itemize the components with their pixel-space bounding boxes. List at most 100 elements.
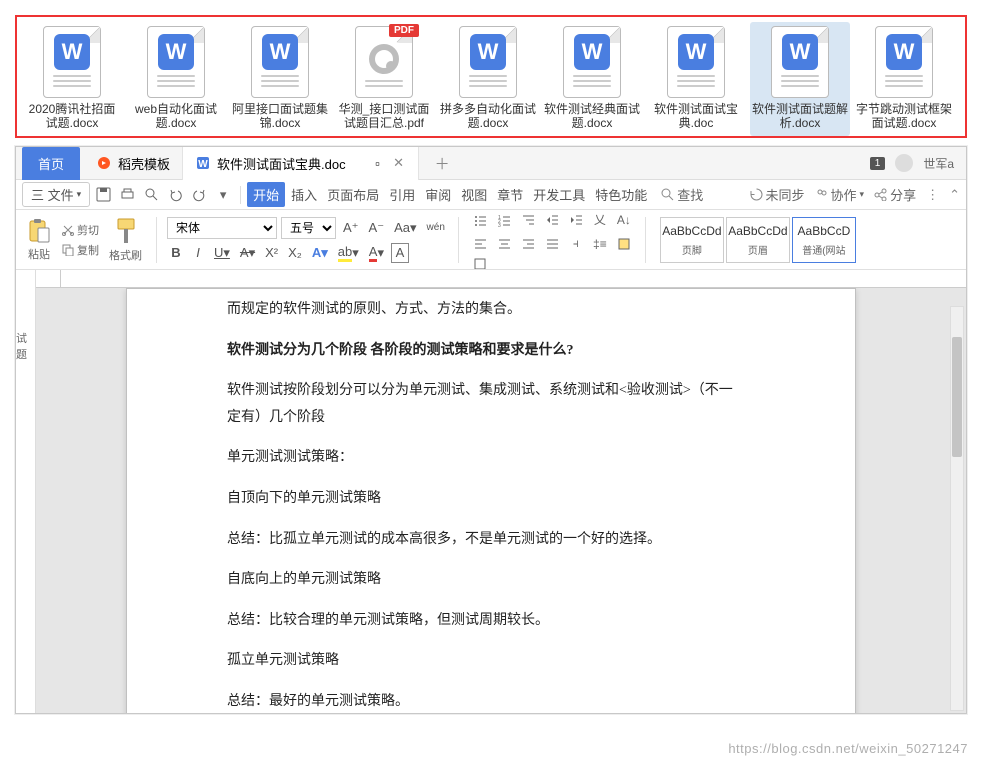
numbering-button[interactable]: 123: [493, 210, 515, 231]
tab-home[interactable]: 首页: [22, 147, 80, 180]
paragraph: 而规定的软件测试的原则、方式、方法的集合。: [227, 297, 745, 324]
align-justify-button[interactable]: [541, 233, 563, 255]
more-icon[interactable]: ⋮: [926, 187, 939, 203]
new-tab-button[interactable]: ＋: [427, 149, 458, 178]
file-item[interactable]: W 软件测试经典面试题.docx: [542, 22, 642, 136]
borders-button[interactable]: [469, 257, 491, 271]
char-border-button[interactable]: A: [391, 243, 409, 263]
doc-file-icon: W: [459, 26, 517, 98]
italic-button[interactable]: I: [189, 243, 207, 263]
change-case-button[interactable]: Aa▾: [391, 218, 419, 238]
dropdown-icon[interactable]: ▾: [213, 185, 233, 205]
tab-menu-icon[interactable]: ▫: [370, 155, 386, 171]
phonetic-guide-button[interactable]: wén: [424, 218, 448, 238]
user-name: 世军a: [923, 155, 954, 172]
menu-insert[interactable]: 插入: [287, 182, 321, 207]
file-item[interactable]: W 2020腾讯社招面试题.docx: [22, 22, 122, 136]
highlight-button[interactable]: ab▾: [335, 243, 362, 263]
shrink-font-button[interactable]: A⁻: [366, 218, 388, 238]
file-name-label: 拼多多自动化面试题.docx: [440, 102, 536, 130]
tab-document[interactable]: W 软件测试面试宝典.doc ▫ ✕: [183, 147, 419, 180]
file-menu-button[interactable]: 三 文件▾: [22, 182, 90, 207]
scrollbar-thumb[interactable]: [952, 337, 962, 457]
tab-bar: 首页 稻壳模板 W 软件测试面试宝典.doc ▫ ✕ ＋ 1 世军a: [16, 147, 966, 180]
notification-badge[interactable]: 1: [870, 157, 886, 170]
align-center-button[interactable]: [493, 233, 515, 255]
paragraph: 自底向上的单元测试策略: [227, 567, 745, 594]
templates-icon: [96, 155, 112, 171]
strike-button[interactable]: A▾: [237, 243, 258, 263]
decrease-indent-button[interactable]: [541, 210, 563, 231]
file-item[interactable]: PDF 华测_接口测试面试题目汇总.pdf: [334, 22, 434, 136]
vertical-scrollbar[interactable]: [950, 306, 964, 711]
file-item[interactable]: W 字节跳动测试框架面试题.docx: [854, 22, 954, 136]
horizontal-ruler[interactable]: [36, 270, 966, 288]
asian-layout-button[interactable]: 乂: [589, 210, 611, 231]
distribute-button[interactable]: ⫞: [565, 233, 587, 255]
coop-button[interactable]: 协作▾: [815, 185, 865, 204]
underline-button[interactable]: U▾: [211, 243, 233, 263]
menu-reference[interactable]: 引用: [385, 182, 419, 207]
paragraph: 单元测试测试策略：: [227, 445, 745, 472]
align-left-button[interactable]: [469, 233, 491, 255]
multilevel-list-button[interactable]: [517, 210, 539, 231]
file-name-label: 华测_接口测试面试题目汇总.pdf: [336, 102, 432, 130]
menu-features[interactable]: 特色功能: [591, 182, 651, 207]
subscript-button[interactable]: X₂: [285, 243, 305, 263]
menu-start[interactable]: 开始: [247, 182, 285, 207]
redo-icon[interactable]: [189, 185, 209, 205]
format-painter-button[interactable]: 格式刷: [105, 217, 146, 263]
font-family-select[interactable]: 宋体: [167, 217, 277, 239]
style-header[interactable]: AaBbCcDd页眉: [726, 217, 790, 263]
undo-icon[interactable]: [165, 185, 185, 205]
tab-document-label: 软件测试面试宝典.doc: [217, 154, 346, 173]
grow-font-button[interactable]: A⁺: [340, 218, 362, 238]
doc-tab-icon: W: [195, 155, 211, 171]
pdf-file-icon: PDF: [355, 26, 413, 98]
shading-button[interactable]: [613, 233, 635, 255]
bold-button[interactable]: B: [167, 243, 185, 263]
unsync-button[interactable]: 未同步: [750, 185, 805, 204]
align-right-button[interactable]: [517, 233, 539, 255]
font-size-select[interactable]: 五号: [281, 217, 336, 239]
file-item[interactable]: W 软件测试面试题解析.docx: [750, 22, 850, 136]
avatar[interactable]: [895, 154, 913, 172]
collapse-ribbon-icon[interactable]: ⌃: [949, 187, 960, 203]
menu-layout[interactable]: 页面布局: [323, 182, 383, 207]
print-icon[interactable]: [117, 185, 137, 205]
copy-button[interactable]: 复制: [62, 242, 99, 258]
file-name-label: web自动化面试题.docx: [128, 102, 224, 130]
file-item[interactable]: W 阿里接口面试题集锦.docx: [230, 22, 330, 136]
increase-indent-button[interactable]: [565, 210, 587, 231]
document-page[interactable]: 而规定的软件测试的原则、方式、方法的集合。 软件测试分为几个阶段 各阶段的测试策…: [126, 288, 856, 713]
style-normal-web[interactable]: AaBbCcD普通(网站: [792, 217, 856, 263]
file-item[interactable]: W 拼多多自动化面试题.docx: [438, 22, 538, 136]
menu-devtools[interactable]: 开发工具: [529, 182, 589, 207]
share-button[interactable]: 分享: [874, 185, 916, 204]
menu-chapter[interactable]: 章节: [493, 182, 527, 207]
file-item[interactable]: W 软件测试面试宝典.doc: [646, 22, 746, 136]
tab-close-button[interactable]: ✕: [392, 155, 406, 171]
bullets-button[interactable]: [469, 210, 491, 231]
superscript-button[interactable]: X²: [262, 243, 281, 263]
file-name-label: 软件测试面试题解析.docx: [752, 102, 848, 130]
document-area: 试题 而规定的软件测试的原则、方式、方法的集合。 软件测试分为几个阶段 各阶段的…: [16, 270, 966, 713]
save-icon[interactable]: [93, 185, 113, 205]
line-spacing-button[interactable]: ‡≡: [589, 233, 611, 255]
menu-review[interactable]: 审阅: [421, 182, 455, 207]
paste-group[interactable]: 粘贴: [22, 218, 56, 262]
tab-templates[interactable]: 稻壳模板: [84, 147, 183, 180]
svg-text:3: 3: [498, 223, 501, 227]
sort-button[interactable]: A↓: [613, 210, 635, 231]
preview-icon[interactable]: [141, 185, 161, 205]
file-item[interactable]: W web自动化面试题.docx: [126, 22, 226, 136]
style-footer[interactable]: AaBbCcDd页脚: [660, 217, 724, 263]
file-name-label: 阿里接口面试题集锦.docx: [232, 102, 328, 130]
left-panel[interactable]: 试题: [16, 270, 36, 713]
text-effects-button[interactable]: A▾: [309, 243, 331, 263]
search-button[interactable]: 查找: [661, 185, 703, 204]
font-color-button[interactable]: A▾: [366, 243, 387, 263]
cut-button[interactable]: 剪切: [62, 222, 99, 238]
menu-view[interactable]: 视图: [457, 182, 491, 207]
format-painter-icon: [114, 217, 138, 245]
